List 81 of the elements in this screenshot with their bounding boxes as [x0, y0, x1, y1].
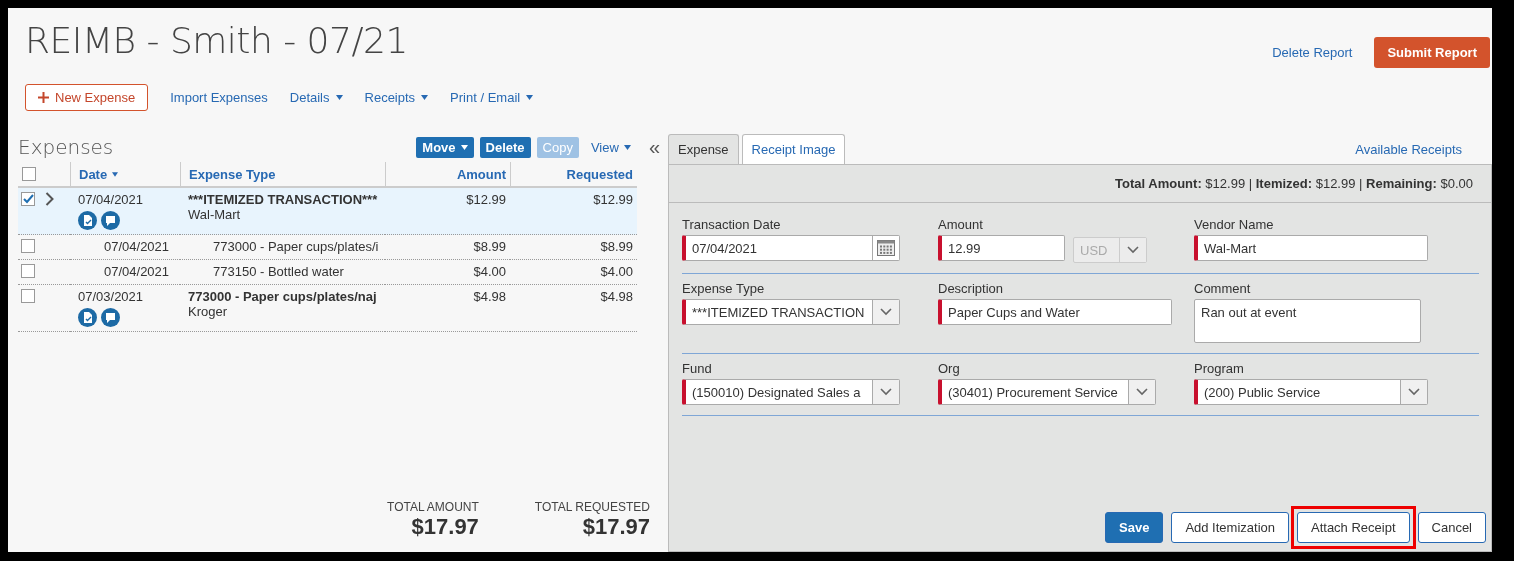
table-cell: 07/04/2021: [70, 188, 180, 235]
table-cell: $12.99: [385, 188, 510, 235]
caret-icon: [623, 144, 631, 150]
select-field[interactable]: (200) Public Service: [1194, 379, 1428, 405]
report-title: REIMB - Smith - 07/21: [25, 20, 408, 61]
toolbar-link[interactable]: Import Expenses: [170, 89, 268, 105]
table-cell: $4.00: [385, 260, 510, 285]
tab[interactable]: Expense: [668, 134, 739, 164]
field-label: Program: [1194, 361, 1245, 376]
receipt-icon[interactable]: [78, 211, 97, 230]
menu-dropdown[interactable]: Details: [289, 89, 343, 105]
chevron-down-icon: [880, 388, 892, 396]
table-cell: 773000 - Paper cups/plates/i: [180, 235, 385, 260]
field-label: Amount: [938, 217, 984, 232]
table-cell: $4.98: [385, 285, 510, 332]
menu-dropdown[interactable]: Print / Email: [450, 89, 534, 105]
table-cell: 07/03/2021: [70, 285, 180, 332]
caret-icon: [421, 94, 429, 100]
submit-report-button[interactable]: Submit Report: [1374, 37, 1490, 68]
table-cell: $4.98: [510, 285, 637, 332]
caret-icon: [460, 144, 468, 150]
new-expense-button[interactable]: New Expense: [25, 83, 149, 111]
row-checkbox[interactable]: [21, 192, 35, 206]
comment-icon[interactable]: [101, 308, 120, 327]
total-value: $17.97: [411, 514, 479, 540]
total-label: TOTAL AMOUNT: [387, 500, 479, 514]
chevron-down-icon: [1127, 246, 1139, 254]
expenses-heading: Expenses: [18, 135, 115, 159]
field-label: Vendor Name: [1194, 217, 1275, 232]
action-button[interactable]: Attach Receipt: [1297, 512, 1410, 543]
select-all-checkbox[interactable]: [22, 167, 36, 181]
delete-report-link[interactable]: Delete Report: [1272, 45, 1353, 60]
field-label: Fund: [682, 361, 713, 376]
move-dropdown[interactable]: Move: [416, 136, 474, 158]
total-label: TOTAL REQUESTED: [534, 500, 650, 514]
table-cell: $4.00: [510, 260, 637, 285]
view-dropdown[interactable]: View: [590, 139, 631, 155]
sort-icon: [112, 171, 119, 177]
field-label: Comment: [1194, 281, 1252, 296]
amount-field[interactable]: 12.99: [938, 235, 1065, 261]
select-field[interactable]: (30401) Procurement Service: [938, 379, 1156, 405]
select-field[interactable]: ***ITEMIZED TRANSACTION: [682, 299, 900, 325]
caret-icon: [335, 94, 343, 100]
text-field[interactable]: Wal-Mart: [1194, 235, 1428, 261]
plus-icon: [38, 91, 49, 103]
chevron-right-icon[interactable]: [45, 192, 54, 206]
date-field[interactable]: 07/04/2021: [682, 235, 900, 261]
table-cell: $12.99: [510, 188, 637, 235]
table-cell: $8.99: [385, 235, 510, 260]
action-button[interactable]: Delete: [479, 136, 531, 158]
field-label: Org: [938, 361, 961, 376]
field-label: Expense Type: [682, 281, 766, 296]
comment-field[interactable]: Ran out at event: [1194, 299, 1421, 343]
table-cell: 773150 - Bottled water: [180, 260, 385, 285]
chevron-down-icon: [880, 308, 892, 316]
select-field[interactable]: (150010) Designated Sales a: [682, 379, 900, 405]
table-cell: $8.99: [510, 235, 637, 260]
menu-dropdown[interactable]: Receipts: [364, 89, 429, 105]
chevron-down-icon: [1408, 388, 1420, 396]
text-field[interactable]: Paper Cups and Water: [938, 299, 1172, 325]
tab[interactable]: Receipt Image: [741, 134, 846, 164]
row-checkbox[interactable]: [21, 264, 35, 278]
action-button[interactable]: Save: [1105, 512, 1164, 543]
comment-icon[interactable]: [101, 211, 120, 230]
table-cell: 07/04/2021: [70, 235, 180, 260]
row-checkbox[interactable]: [21, 239, 35, 253]
field-label: Transaction Date: [682, 217, 782, 232]
calendar-icon: [877, 240, 895, 256]
available-receipts-link[interactable]: Available Receipts: [1355, 142, 1462, 157]
chevron-down-icon: [1136, 388, 1148, 396]
action-button[interactable]: Cancel: [1417, 512, 1486, 543]
row-checkbox[interactable]: [21, 289, 35, 303]
total-value: $17.97: [582, 514, 650, 540]
receipt-icon[interactable]: [78, 308, 97, 327]
field-label: Description: [938, 281, 1005, 296]
action-button[interactable]: Add Itemization: [1171, 512, 1289, 543]
caret-icon: [526, 94, 534, 100]
table-cell: 07/04/2021: [70, 260, 180, 285]
table-cell: 773000 - Paper cups/plates/naj Kroger: [180, 285, 385, 332]
table-cell: ***ITEMIZED TRANSACTION*** Wal-Mart: [180, 188, 385, 235]
collapse-button[interactable]: «: [648, 137, 660, 157]
